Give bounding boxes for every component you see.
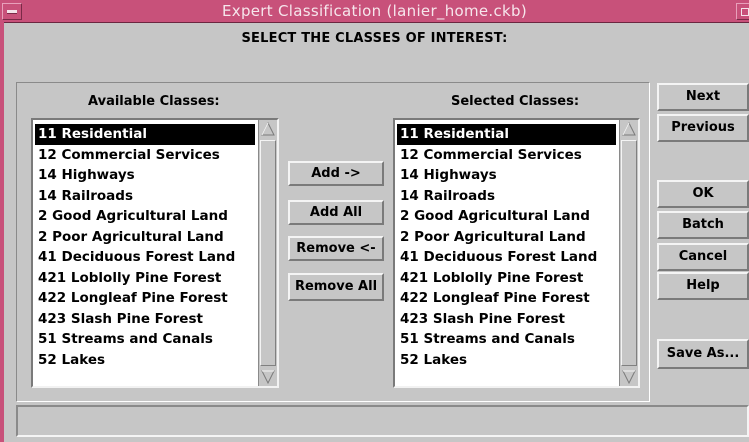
list-item[interactable]: 422 Longleaf Pine Forest — [35, 288, 255, 309]
list-item[interactable]: 52 Lakes — [397, 350, 616, 371]
triangle-down-icon[interactable] — [622, 370, 636, 384]
previous-button[interactable]: Previous — [657, 114, 749, 142]
available-classes-items: 11 Residential 12 Commercial Services 14 H… — [35, 124, 255, 370]
ok-button[interactable]: OK — [657, 180, 749, 208]
instruction-heading: SELECT THE CLASSES OF INTEREST: — [241, 31, 508, 46]
available-scroll-thumb[interactable] — [260, 140, 276, 366]
remove-all-button[interactable]: Remove All — [288, 273, 384, 301]
batch-button[interactable]: Batch — [657, 211, 749, 239]
list-item[interactable]: 41 Deciduous Forest Land — [397, 247, 616, 268]
remove-button[interactable]: Remove <- — [288, 236, 384, 261]
list-item[interactable]: 51 Streams and Canals — [397, 329, 616, 350]
triangle-down-icon[interactable] — [261, 370, 275, 384]
list-item[interactable]: 2 Poor Agricultural Land — [397, 227, 616, 248]
list-item[interactable]: 11 Residential — [397, 124, 616, 145]
selected-scrollbar[interactable] — [619, 120, 638, 386]
maximize-button[interactable] — [736, 3, 749, 20]
list-item[interactable]: 52 Lakes — [35, 350, 255, 371]
cancel-button[interactable]: Cancel — [657, 243, 749, 271]
save-as-button[interactable]: Save As... — [657, 339, 749, 369]
triangle-up-icon[interactable] — [622, 122, 636, 136]
list-item[interactable]: 2 Poor Agricultural Land — [35, 227, 255, 248]
available-classes-listbox[interactable]: 11 Residential 12 Commercial Services 14 H… — [31, 118, 279, 388]
next-button[interactable]: Next — [657, 83, 749, 111]
list-item[interactable]: 14 Highways — [35, 165, 255, 186]
add-all-button[interactable]: Add All — [288, 200, 384, 225]
list-item[interactable]: 14 Railroads — [35, 186, 255, 207]
selected-classes-listbox[interactable]: 11 Residential 12 Commercial Services 14 H… — [393, 118, 640, 388]
list-item[interactable]: 12 Commercial Services — [397, 145, 616, 166]
available-scrollbar[interactable] — [258, 120, 277, 386]
title-bar[interactable]: Expert Classification (lanier_home.ckb) — [0, 0, 749, 23]
selected-classes-items: 11 Residential 12 Commercial Services 14 H… — [397, 124, 616, 370]
list-item[interactable]: 422 Longleaf Pine Forest — [397, 288, 616, 309]
list-item[interactable]: 423 Slash Pine Forest — [35, 309, 255, 330]
selected-classes-label: Selected Classes: — [451, 94, 580, 109]
list-item[interactable]: 2 Good Agricultural Land — [35, 206, 255, 227]
add-button[interactable]: Add -> — [288, 161, 384, 186]
list-item[interactable]: 12 Commercial Services — [35, 145, 255, 166]
list-item[interactable]: 14 Highways — [397, 165, 616, 186]
triangle-up-icon[interactable] — [261, 122, 275, 136]
status-bar — [16, 405, 749, 437]
help-button[interactable]: Help — [657, 272, 749, 300]
square-icon — [741, 8, 749, 16]
available-classes-label: Available Classes: — [88, 94, 220, 109]
window-title: Expert Classification (lanier_home.ckb) — [221, 2, 528, 20]
list-item[interactable]: 51 Streams and Canals — [35, 329, 255, 350]
list-item[interactable]: 11 Residential — [35, 124, 255, 145]
list-item[interactable]: 14 Railroads — [397, 186, 616, 207]
list-item[interactable]: 421 Loblolly Pine Forest — [397, 268, 616, 289]
list-item[interactable]: 421 Loblolly Pine Forest — [35, 268, 255, 289]
list-item[interactable]: 2 Good Agricultural Land — [397, 206, 616, 227]
selected-scroll-thumb[interactable] — [621, 140, 637, 366]
list-item[interactable]: 41 Deciduous Forest Land — [35, 247, 255, 268]
list-item[interactable]: 423 Slash Pine Forest — [397, 309, 616, 330]
